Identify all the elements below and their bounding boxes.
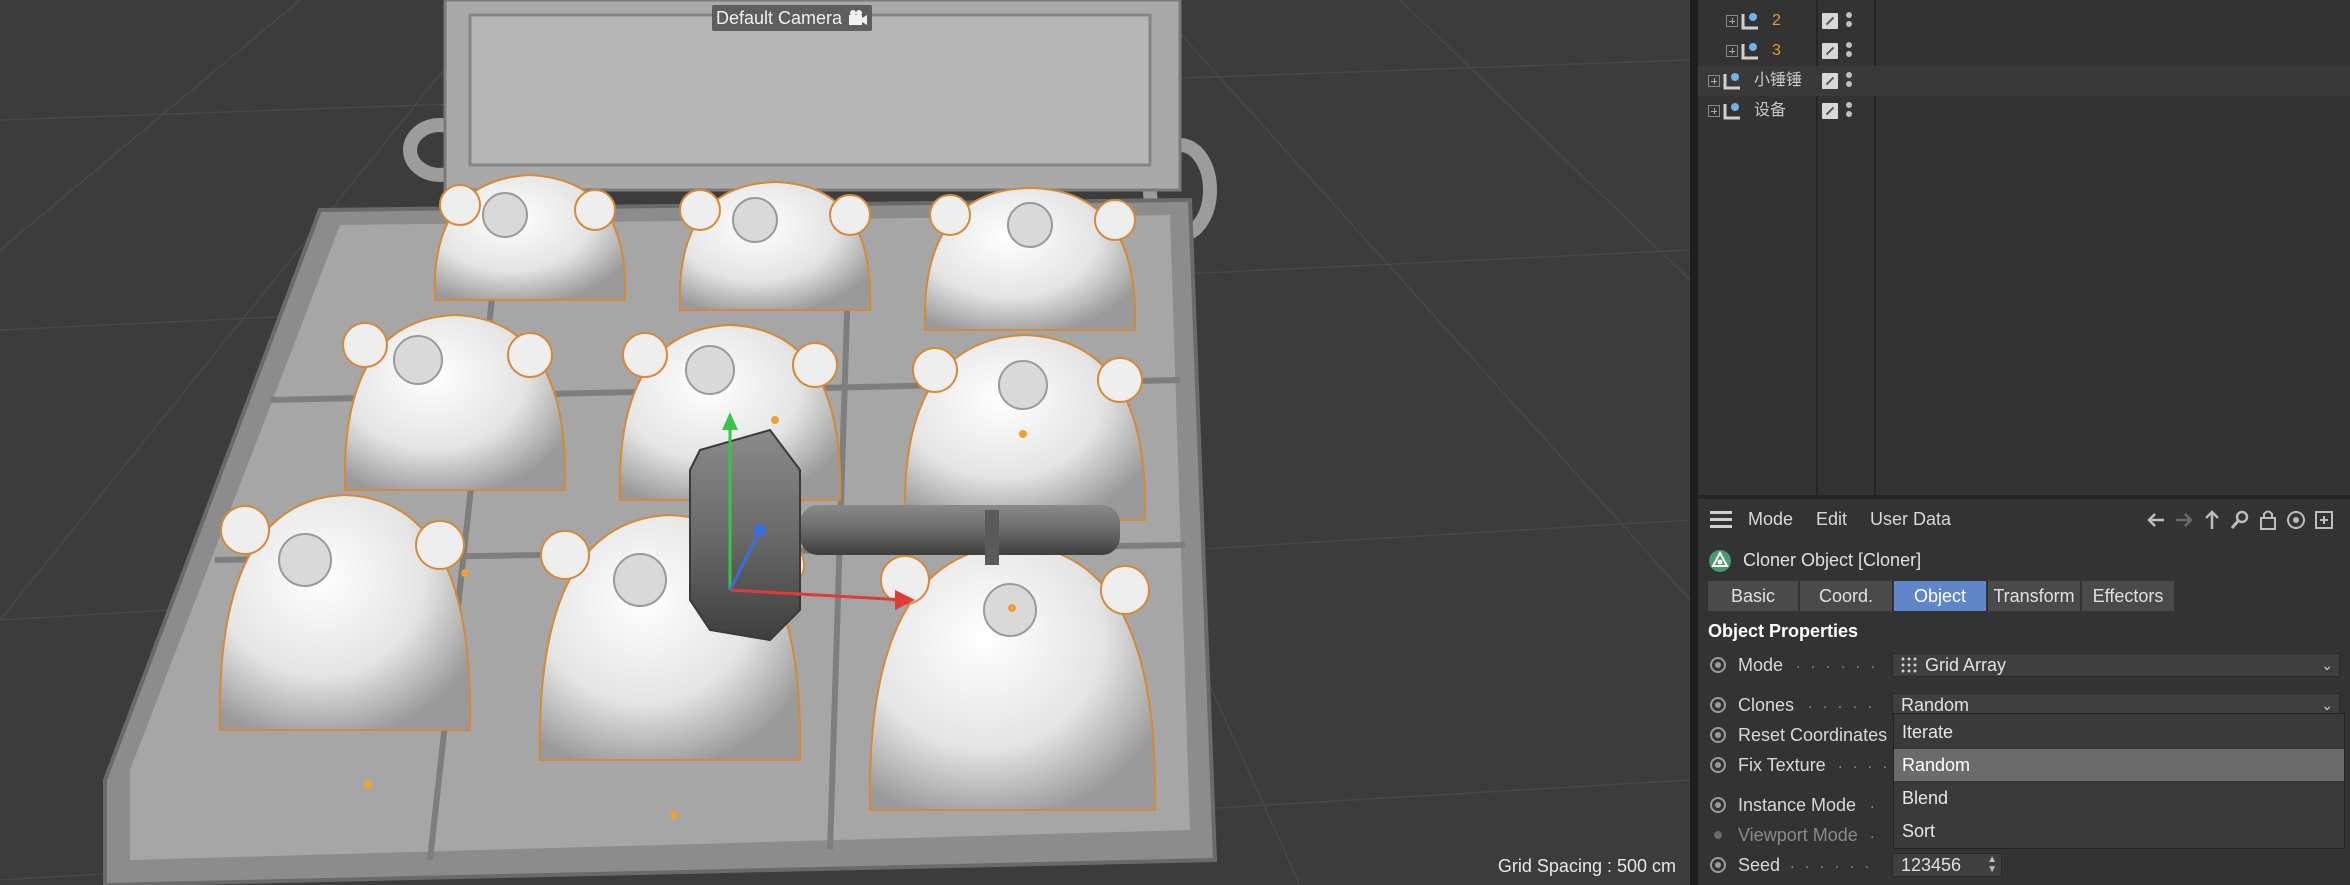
- mode-label: Mode: [1738, 655, 1784, 675]
- tab-effectors[interactable]: Effectors: [2082, 581, 2176, 611]
- clones-label: Clones: [1738, 695, 1795, 715]
- fix-texture-label: Fix Texture: [1738, 755, 1826, 775]
- object-row-2[interactable]: 2: [1698, 6, 2350, 36]
- tab-basic[interactable]: Basic: [1708, 581, 1800, 611]
- expand-icon[interactable]: [1708, 105, 1720, 117]
- null-object-icon: [1723, 73, 1740, 90]
- expand-icon[interactable]: [1726, 15, 1738, 27]
- prop-row-mode: Mode . . . . . . Grid Array ⌄: [1698, 650, 2350, 680]
- object-row-device[interactable]: 设备: [1698, 96, 2350, 126]
- null-object-icon: [1741, 13, 1758, 30]
- visibility-dots-icon[interactable]: [1846, 12, 1852, 30]
- object-row-hammer[interactable]: 小锤锤: [1698, 66, 2350, 96]
- hamburger-menu-icon[interactable]: [1710, 511, 1732, 529]
- viewport-mode-label: Viewport Mode: [1738, 825, 1858, 845]
- dropdown-option-iterate[interactable]: Iterate: [1894, 716, 2344, 748]
- grid-array-icon: [1901, 657, 1917, 673]
- instance-mode-label: Instance Mode: [1738, 795, 1857, 815]
- back-arrow-icon[interactable]: [2144, 508, 2168, 532]
- mode-select[interactable]: Grid Array ⌄: [1892, 653, 2340, 677]
- up-arrow-icon[interactable]: [2200, 508, 2224, 532]
- reset-coordinates-label: Reset Coordinates: [1738, 725, 1888, 745]
- dropdown-option-blend[interactable]: Blend: [1894, 782, 2344, 814]
- label-leader: . . . .: [1838, 755, 1891, 772]
- edit-visibility-icon[interactable]: [1822, 13, 1838, 29]
- spinner-arrows-icon[interactable]: ▲ ▼: [1987, 855, 1997, 875]
- visibility-dots-icon[interactable]: [1846, 42, 1852, 60]
- search-icon[interactable]: [2228, 508, 2252, 532]
- scene-render: [0, 0, 1690, 885]
- animate-toggle-icon[interactable]: [1710, 857, 1726, 873]
- label-leader: . . . . . .: [1790, 855, 1872, 872]
- edit-visibility-icon[interactable]: [1822, 103, 1838, 119]
- object-name: 3: [1772, 42, 1781, 59]
- chevron-down-icon: ⌄: [2321, 657, 2333, 673]
- dropdown-option-sort[interactable]: Sort: [1894, 815, 2344, 847]
- prop-row-seed: Seed . . . . . . 123456 ▲ ▼: [1698, 850, 2350, 880]
- animate-toggle-icon[interactable]: [1710, 797, 1726, 813]
- object-row-3[interactable]: 3: [1698, 36, 2350, 66]
- camera-label-text: Default Camera: [716, 8, 843, 28]
- visibility-dots-icon[interactable]: [1846, 72, 1852, 90]
- seed-value: 123456: [1901, 855, 1962, 875]
- camera-label[interactable]: Default Camera: [712, 5, 873, 31]
- tab-object[interactable]: Object: [1894, 581, 1988, 611]
- expand-icon[interactable]: [1726, 45, 1738, 57]
- seed-input[interactable]: 123456 ▲ ▼: [1892, 853, 2002, 877]
- clones-dropdown-menu[interactable]: Iterate Random Blend Sort: [1893, 713, 2345, 849]
- target-icon[interactable]: [2284, 508, 2308, 532]
- label-leader: . . . . . .: [1796, 655, 1878, 672]
- animate-toggle-icon[interactable]: [1710, 727, 1726, 743]
- label-leader: .: [1870, 795, 1878, 812]
- label-leader: .: [1870, 825, 1878, 842]
- seed-label: Seed: [1738, 855, 1781, 875]
- animate-toggle-icon[interactable]: [1710, 697, 1726, 713]
- attribute-title-row: Cloner Object [Cloner]: [1698, 543, 2350, 577]
- camera-icon: [849, 10, 868, 25]
- section-header: Object Properties: [1708, 621, 1859, 641]
- object-manager[interactable]: 2 3 小锤锤 设备: [1698, 0, 2350, 495]
- dropdown-option-random[interactable]: Random: [1894, 749, 2344, 781]
- 3d-viewport[interactable]: Default Camera Grid Spacing : 500 cm: [0, 0, 1690, 885]
- null-object-icon: [1723, 103, 1740, 120]
- lock-icon[interactable]: [2256, 508, 2280, 532]
- menu-user-data[interactable]: User Data: [1870, 509, 1951, 530]
- tab-coord[interactable]: Coord.: [1800, 581, 1894, 611]
- tab-transform[interactable]: Transform: [1988, 581, 2082, 611]
- attribute-menubar: Mode Edit User Data: [1698, 499, 2350, 541]
- animate-toggle-icon[interactable]: [1710, 757, 1726, 773]
- menu-edit[interactable]: Edit: [1816, 509, 1847, 530]
- grid-spacing-readout: Grid Spacing : 500 cm: [1497, 856, 1676, 876]
- object-name: 2: [1772, 12, 1781, 29]
- attribute-title: Cloner Object [Cloner]: [1743, 550, 1922, 570]
- edit-visibility-icon[interactable]: [1822, 73, 1838, 89]
- animate-toggle-icon: [1714, 831, 1722, 839]
- cloner-icon: [1709, 550, 1731, 572]
- mode-select-value: Grid Array: [1925, 655, 2007, 675]
- forward-arrow-icon[interactable]: [2172, 508, 2196, 532]
- new-panel-icon[interactable]: [2312, 508, 2336, 532]
- edit-visibility-icon[interactable]: [1822, 43, 1838, 59]
- visibility-dots-icon[interactable]: [1846, 102, 1852, 120]
- clones-select-value: Random: [1901, 695, 1970, 715]
- null-object-icon: [1741, 43, 1758, 60]
- object-name: 小锤锤: [1754, 72, 1803, 89]
- animate-toggle-icon[interactable]: [1710, 657, 1726, 673]
- object-name: 设备: [1754, 102, 1787, 119]
- expand-icon[interactable]: [1708, 75, 1720, 87]
- label-leader: . . . . .: [1808, 695, 1876, 712]
- menu-mode[interactable]: Mode: [1748, 509, 1793, 530]
- panel-splitter[interactable]: [1690, 0, 1698, 885]
